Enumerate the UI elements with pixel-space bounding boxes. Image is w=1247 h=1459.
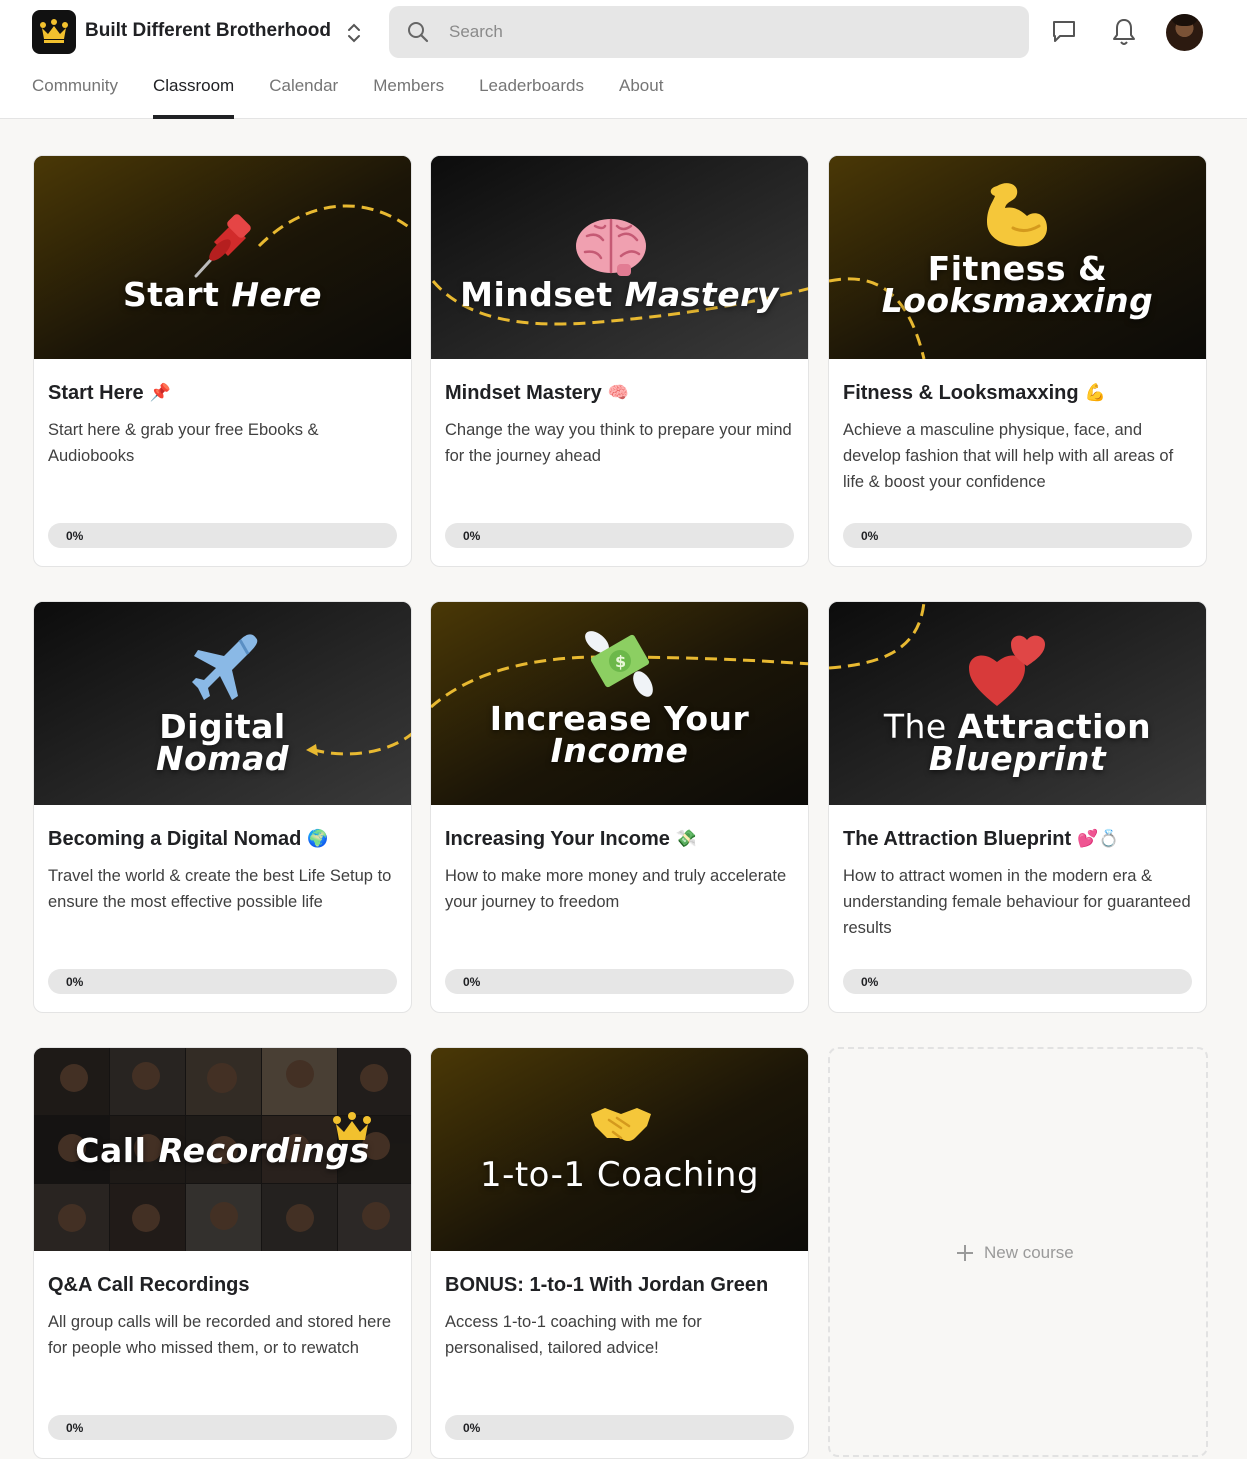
course-banner[interactable]: Digital Nomad — [34, 602, 411, 805]
course-title[interactable]: Start Here — [48, 381, 144, 405]
course-banner[interactable]: Start Here — [34, 156, 411, 359]
course-progress: 0% — [445, 969, 794, 994]
svg-text:$: $ — [615, 652, 626, 671]
course-title[interactable]: Q&A Call Recordings — [48, 1273, 250, 1297]
course-progress: 0% — [48, 1415, 397, 1440]
course-title[interactable]: Increasing Your Income — [445, 827, 670, 851]
new-course-button[interactable]: New course — [828, 1047, 1208, 1457]
course-progress: 0% — [445, 1415, 794, 1440]
course-description: How to make more money and truly acceler… — [445, 867, 787, 911]
course-title[interactable]: Becoming a Digital Nomad — [48, 827, 301, 851]
course-title[interactable]: BONUS: 1-to-1 With Jordan Green — [445, 1273, 768, 1297]
nav-tabs: Community Classroom Calendar Members Lea… — [32, 76, 698, 119]
course-banner[interactable]: Call Recordings — [34, 1048, 411, 1251]
course-banner[interactable]: The Attraction Blueprint — [829, 602, 1206, 805]
pushpin-icon — [194, 214, 251, 278]
tab-about[interactable]: About — [619, 76, 663, 119]
tab-leaderboards[interactable]: Leaderboards — [479, 76, 584, 119]
course-banner[interactable]: Mindset Mastery — [431, 156, 808, 359]
flexed-biceps-icon — [987, 183, 1047, 247]
two-hearts-icon — [969, 635, 1045, 706]
tab-calendar[interactable]: Calendar — [269, 76, 338, 119]
course-card-attraction[interactable]: The Attraction Blueprint The Attraction … — [828, 601, 1207, 1013]
money-with-wings-icon: 💸 — [675, 829, 698, 848]
course-description: Achieve a masculine physique, face, and … — [843, 421, 1174, 491]
course-title[interactable]: Fitness & Looksmaxxing — [843, 381, 1079, 405]
course-card-call-recordings[interactable]: Call Recordings Q&A Call Recordings All … — [33, 1047, 412, 1459]
course-description: All group calls will be recorded and sto… — [48, 1313, 392, 1357]
crown-logo-icon[interactable] — [32, 10, 76, 54]
brain-icon — [576, 218, 646, 276]
airplane-icon — [192, 634, 258, 700]
course-banner[interactable]: 1-to-1 Coaching — [431, 1048, 808, 1251]
money-with-wings-icon: $ — [585, 631, 653, 697]
brain-icon: 🧠 — [607, 383, 629, 402]
course-progress: 0% — [843, 969, 1192, 994]
new-course-label: New course — [984, 1243, 1074, 1262]
course-description: Start here & grab your free Ebooks & Aud… — [48, 421, 319, 465]
course-title[interactable]: The Attraction Blueprint — [843, 827, 1071, 851]
chat-icon[interactable] — [1050, 17, 1078, 45]
course-progress: 0% — [843, 523, 1192, 548]
course-card-income[interactable]: $ Increase Your Income Increasing Your I… — [430, 601, 809, 1013]
tab-classroom[interactable]: Classroom — [152, 76, 235, 119]
plus-icon — [957, 1245, 973, 1261]
tab-members[interactable]: Members — [373, 76, 444, 119]
search-bar[interactable] — [389, 6, 1029, 58]
course-progress: 0% — [445, 523, 794, 548]
course-description: Change the way you think to prepare your… — [445, 421, 792, 465]
handshake-icon — [591, 1108, 651, 1141]
course-card-start-here[interactable]: Start Here Start Here 📌 Start here & grab… — [33, 155, 412, 567]
course-card-digital-nomad[interactable]: Digital Nomad Becoming a Digital Nomad 🌍 … — [33, 601, 412, 1013]
search-input[interactable] — [449, 6, 1009, 58]
course-progress: 0% — [48, 523, 397, 548]
tab-community[interactable]: Community — [32, 76, 118, 119]
course-card-mindset-mastery[interactable]: Mindset Mastery Mindset Mastery 🧠 Change … — [430, 155, 809, 567]
flexed-biceps-icon: 💪 — [1084, 383, 1106, 402]
course-card-fitness[interactable]: Fitness & Looksmaxxing Fitness & Looksma… — [828, 155, 1207, 567]
course-title[interactable]: Mindset Mastery — [445, 381, 602, 405]
course-card-coaching[interactable]: 1-to-1 Coaching BONUS: 1-to-1 With Jorda… — [430, 1047, 809, 1459]
search-icon — [408, 22, 429, 43]
course-description: Travel the world & create the best Life … — [48, 867, 392, 911]
course-banner[interactable]: Fitness & Looksmaxxing — [829, 156, 1206, 359]
course-description: Access 1-to-1 coaching with me for perso… — [445, 1313, 702, 1357]
pushpin-icon: 📌 — [149, 383, 171, 402]
top-header: Built Different Brotherhood Community Cl… — [0, 0, 1247, 119]
course-banner[interactable]: $ Increase Your Income — [431, 602, 808, 805]
switch-community-icon[interactable] — [344, 20, 364, 46]
avatar[interactable] — [1166, 14, 1203, 51]
course-description: How to attract women in the modern era &… — [843, 867, 1191, 937]
hearts-ring-icon: 💕💍 — [1077, 829, 1120, 848]
globe-icon: 🌍 — [307, 829, 329, 848]
group-name[interactable]: Built Different Brotherhood — [85, 20, 331, 42]
course-progress: 0% — [48, 969, 397, 994]
bell-icon[interactable] — [1111, 17, 1137, 47]
